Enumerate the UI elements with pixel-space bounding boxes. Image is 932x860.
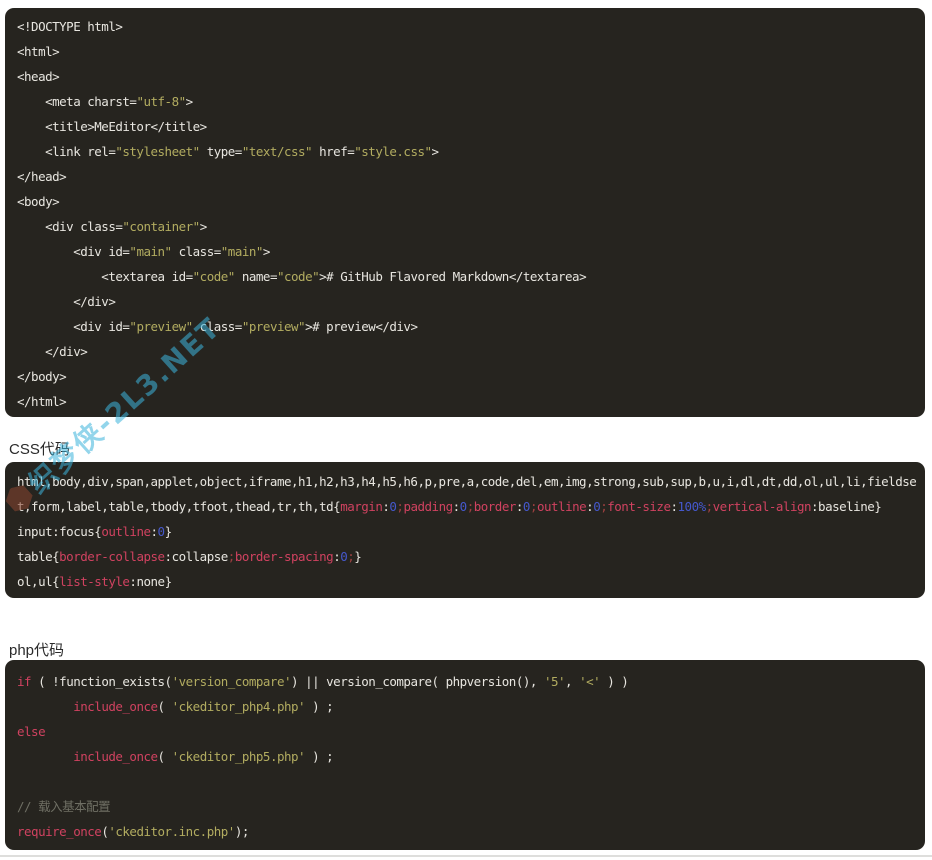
php-code-block: if ( !function_exists('version_compare')… — [5, 660, 925, 850]
code-line: t,form,label,table,tbody,tfoot,thead,tr,… — [17, 494, 919, 519]
article-body: <!DOCTYPE html><html><head> <meta charst… — [0, 0, 932, 860]
code-line: include_once( 'ckeditor_php5.php' ) ; — [17, 744, 919, 769]
code-line: <div class="container"> — [17, 214, 919, 239]
code-line: <div id="main" class="main"> — [17, 239, 919, 264]
code-line: <!DOCTYPE html> — [17, 14, 919, 39]
code-line: <html> — [17, 39, 919, 64]
code-line: <meta charst="utf-8"> — [17, 89, 919, 114]
code-line: <head> — [17, 64, 919, 89]
code-line: html,body,div,span,applet,object,iframe,… — [17, 469, 919, 494]
code-line: </body> — [17, 364, 919, 389]
code-line — [17, 769, 919, 794]
code-line: if ( !function_exists('version_compare')… — [17, 669, 919, 694]
code-line: <body> — [17, 189, 919, 214]
code-line: </div> — [17, 339, 919, 364]
code-line: </div> — [17, 289, 919, 314]
code-line: input:focus{outline:0} — [17, 519, 919, 544]
css-section-label: CSS代码 — [9, 440, 70, 459]
bottom-divider — [0, 855, 932, 857]
code-line: <title>MeEditor</title> — [17, 114, 919, 139]
html-code-block: <!DOCTYPE html><html><head> <meta charst… — [5, 8, 925, 417]
code-line: <div id="preview" class="preview"># prev… — [17, 314, 919, 339]
code-line: // 载入基本配置 — [17, 794, 919, 819]
code-line: else — [17, 719, 919, 744]
code-line: </html> — [17, 389, 919, 414]
code-line: ol,ul{list-style:none} — [17, 569, 919, 594]
code-line: table{border-collapse:collapse;border-sp… — [17, 544, 919, 569]
code-line: require_once('ckeditor.inc.php'); — [17, 819, 919, 844]
css-code-block: html,body,div,span,applet,object,iframe,… — [5, 462, 925, 598]
code-line: <link rel="stylesheet" type="text/css" h… — [17, 139, 919, 164]
php-section-label: php代码 — [9, 641, 64, 660]
code-line: </head> — [17, 164, 919, 189]
code-line: <textarea id="code" name="code"># GitHub… — [17, 264, 919, 289]
code-line: include_once( 'ckeditor_php4.php' ) ; — [17, 694, 919, 719]
